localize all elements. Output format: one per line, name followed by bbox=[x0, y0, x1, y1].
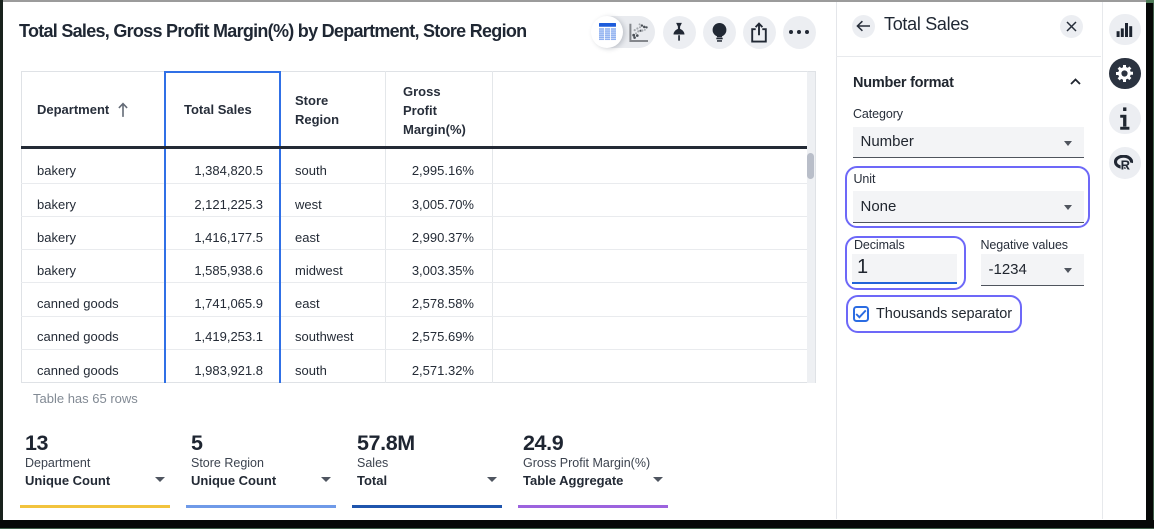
svg-text:R: R bbox=[1121, 158, 1131, 171]
